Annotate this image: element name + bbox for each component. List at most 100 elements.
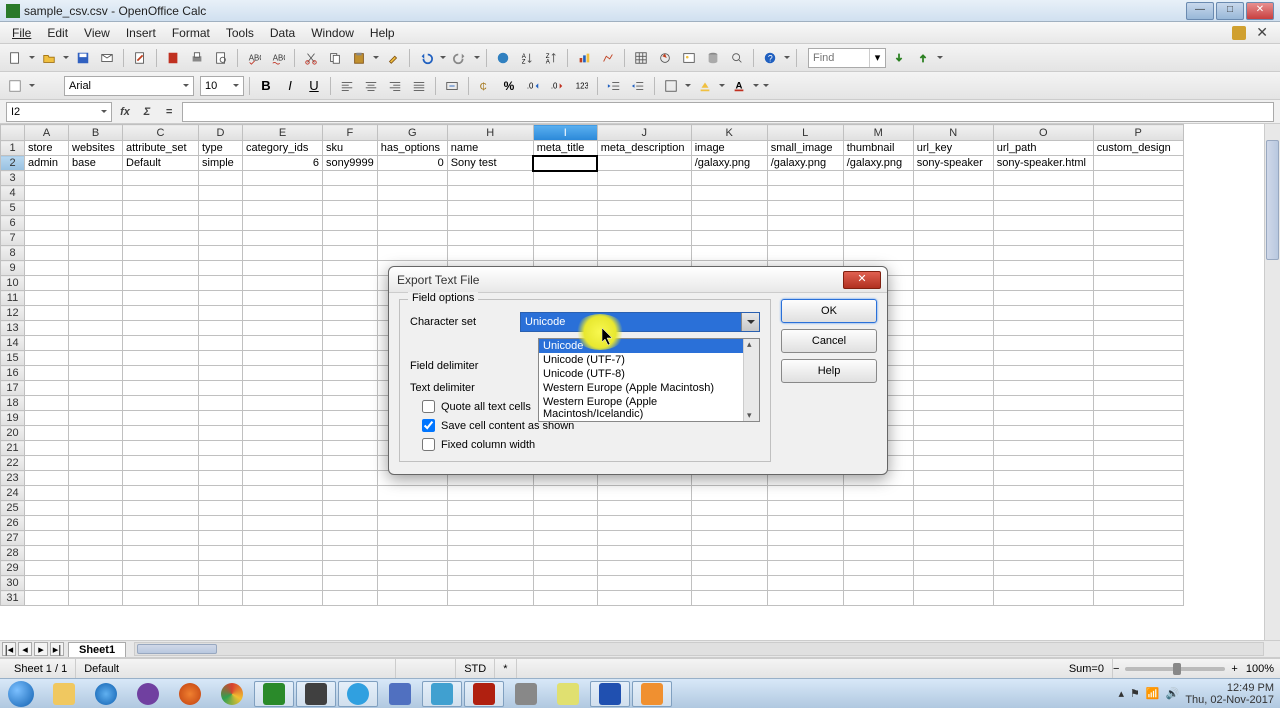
ok-button[interactable]: OK	[781, 299, 877, 323]
italic-icon[interactable]: I	[279, 75, 301, 97]
menu-data[interactable]: Data	[262, 24, 303, 42]
menu-edit[interactable]: Edit	[39, 24, 76, 42]
zoom-out-icon[interactable]: −	[1113, 663, 1119, 675]
font-size-combo[interactable]: 10	[200, 76, 244, 96]
taskbar-putty[interactable]	[548, 681, 588, 707]
charset-option[interactable]: Unicode	[539, 339, 759, 353]
sort-desc-icon[interactable]: ZA	[540, 47, 562, 69]
tray-volume-icon[interactable]: 🔊	[1166, 687, 1180, 700]
preview-icon[interactable]	[210, 47, 232, 69]
taskbar-app2[interactable]	[380, 681, 420, 707]
charset-option[interactable]: Western Europe (Apple Macintosh/Icelandi…	[539, 395, 759, 421]
open-icon[interactable]	[38, 47, 60, 69]
taskbar-app5[interactable]	[632, 681, 672, 707]
quote-checkbox-input[interactable]	[422, 400, 435, 413]
find-input[interactable]	[809, 49, 869, 67]
gallery-icon[interactable]	[678, 47, 700, 69]
menu-view[interactable]: View	[76, 24, 118, 42]
charset-option[interactable]: Western Europe (Apple Macintosh)	[539, 381, 759, 395]
align-center-icon[interactable]	[360, 75, 382, 97]
align-justify-icon[interactable]	[408, 75, 430, 97]
taskbar-app3[interactable]	[422, 681, 462, 707]
cancel-button[interactable]: Cancel	[781, 329, 877, 353]
tab-last-icon[interactable]: ▸|	[50, 642, 64, 656]
fixed-width-input[interactable]	[422, 438, 435, 451]
tray-arrow-icon[interactable]: ▴	[1119, 687, 1125, 700]
zoom-in-icon[interactable]: +	[1231, 663, 1237, 675]
percent-icon[interactable]: %	[498, 75, 520, 97]
doc-close-icon[interactable]: ✕	[1252, 24, 1272, 41]
charset-option[interactable]: Unicode (UTF-7)	[539, 353, 759, 367]
font-name-combo[interactable]: Arial	[64, 76, 194, 96]
menu-insert[interactable]: Insert	[118, 24, 164, 42]
fontcolor-icon[interactable]: A	[728, 75, 750, 97]
hyperlink-icon[interactable]	[492, 47, 514, 69]
chevron-down-icon[interactable]	[741, 313, 759, 331]
menu-file[interactable]: File	[4, 24, 39, 42]
bgcolor-dropdown[interactable]	[718, 75, 726, 97]
update-icon[interactable]	[1232, 26, 1246, 40]
tab-first-icon[interactable]: |◂	[2, 642, 16, 656]
tray-network-icon[interactable]: 📶	[1146, 687, 1160, 700]
menu-help[interactable]: Help	[362, 24, 403, 42]
taskbar-sublime[interactable]	[296, 681, 336, 707]
dialog-titlebar[interactable]: Export Text File ✕	[389, 267, 887, 293]
tray-flag-icon[interactable]: ⚑	[1130, 687, 1140, 700]
edit-icon[interactable]	[129, 47, 151, 69]
tab-next-icon[interactable]: ▸	[34, 642, 48, 656]
find-prev-icon[interactable]	[912, 47, 934, 69]
toolbar-more[interactable]	[783, 47, 791, 69]
taskbar-app4[interactable]	[506, 681, 546, 707]
system-tray[interactable]: ▴ ⚑ 📶 🔊 12:49 PM Thu, 02-Nov-2017	[1119, 682, 1280, 706]
add-decimal-icon[interactable]: .0	[522, 75, 544, 97]
copy-icon[interactable]	[324, 47, 346, 69]
find-next-icon[interactable]	[888, 47, 910, 69]
function-wizard-icon[interactable]: fx	[116, 103, 134, 121]
print-icon[interactable]	[186, 47, 208, 69]
autospell-icon[interactable]: ABC	[267, 47, 289, 69]
save-shown-input[interactable]	[422, 419, 435, 432]
chart-icon[interactable]	[573, 47, 595, 69]
fontcolor-dropdown[interactable]	[752, 75, 760, 97]
taskbar-firefox[interactable]	[170, 681, 210, 707]
undo-dropdown[interactable]	[439, 47, 447, 69]
charset-option[interactable]: Unicode (UTF-8)	[539, 367, 759, 381]
new-icon[interactable]	[4, 47, 26, 69]
taskbar-explorer[interactable]	[44, 681, 84, 707]
standard-format-icon[interactable]: 123	[570, 75, 592, 97]
email-icon[interactable]	[96, 47, 118, 69]
taskbar-filezilla[interactable]	[464, 681, 504, 707]
open-dropdown[interactable]	[62, 47, 70, 69]
status-sum[interactable]: Sum=0	[1061, 659, 1113, 678]
format-paintbrush-icon[interactable]	[382, 47, 404, 69]
close-button[interactable]: ✕	[1246, 2, 1274, 20]
help-icon[interactable]: ?	[759, 47, 781, 69]
datasource-icon[interactable]	[702, 47, 724, 69]
zoom-value[interactable]: 100%	[1246, 663, 1274, 675]
minimize-button[interactable]: —	[1186, 2, 1214, 20]
taskbar-app1[interactable]	[128, 681, 168, 707]
dropdown-scrollbar[interactable]	[743, 339, 759, 421]
find-more[interactable]	[936, 47, 944, 69]
decrease-indent-icon[interactable]	[603, 75, 625, 97]
status-mode[interactable]: STD	[456, 659, 495, 678]
increase-indent-icon[interactable]	[627, 75, 649, 97]
equals-icon[interactable]: =	[160, 103, 178, 121]
tray-clock[interactable]: 12:49 PM Thu, 02-Nov-2017	[1185, 682, 1274, 706]
zoom-icon[interactable]	[726, 47, 748, 69]
dialog-close-button[interactable]: ✕	[843, 271, 881, 289]
start-button[interactable]	[0, 679, 42, 709]
borders-dropdown[interactable]	[684, 75, 692, 97]
menu-tools[interactable]: Tools	[218, 24, 262, 42]
zoom-slider[interactable]	[1125, 667, 1225, 671]
navigator-icon[interactable]	[654, 47, 676, 69]
sort-asc-icon[interactable]: AZ	[516, 47, 538, 69]
currency-icon[interactable]: ₵	[474, 75, 496, 97]
find-dropdown[interactable]: ▾	[869, 49, 885, 67]
spellcheck-icon[interactable]: ABC	[243, 47, 265, 69]
redo-dropdown[interactable]	[473, 47, 481, 69]
sheet-tab[interactable]: Sheet1	[68, 642, 126, 657]
align-left-icon[interactable]	[336, 75, 358, 97]
taskbar-calc[interactable]	[254, 681, 294, 707]
sum-icon[interactable]: Σ	[138, 103, 156, 121]
